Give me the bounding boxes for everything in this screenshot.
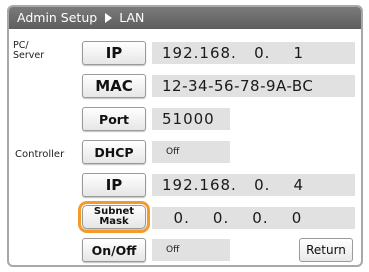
server-ip-button[interactable]: IP: [82, 41, 146, 65]
mac-button[interactable]: MAC: [82, 74, 146, 98]
pc-server-label: PC/ Server: [13, 41, 44, 61]
subnet-mask-label-line2: Mask: [99, 216, 129, 227]
return-button[interactable]: Return: [299, 238, 353, 262]
subnet-mask-field: 0. 0. 0. 0: [152, 207, 355, 229]
subnet-mask-button[interactable]: Subnet Mask: [78, 201, 150, 233]
dhcp-button[interactable]: DHCP: [82, 140, 146, 164]
onoff-field: Off: [152, 239, 230, 261]
lan-setup-panel: Admin Setup LAN PC/ Server IP 192.168. 0…: [7, 5, 363, 267]
controller-label: Controller: [15, 149, 65, 160]
mac-field: 12-34-56-78-9A-BC: [152, 75, 355, 97]
breadcrumb-arrow-icon: [105, 13, 113, 23]
page-title: Admin Setup: [17, 10, 98, 25]
controller-ip-button[interactable]: IP: [82, 173, 146, 197]
section-title: LAN: [119, 10, 145, 25]
onoff-button[interactable]: On/Off: [82, 238, 146, 262]
port-field: 51000: [152, 108, 230, 130]
port-button[interactable]: Port: [82, 107, 146, 131]
pc-server-label-line2: Server: [13, 50, 45, 61]
server-ip-field: 192.168. 0. 1: [152, 42, 355, 64]
title-bar: Admin Setup LAN: [9, 7, 361, 29]
controller-ip-field: 192.168. 0. 4: [152, 174, 355, 196]
dhcp-field: Off: [152, 141, 230, 163]
